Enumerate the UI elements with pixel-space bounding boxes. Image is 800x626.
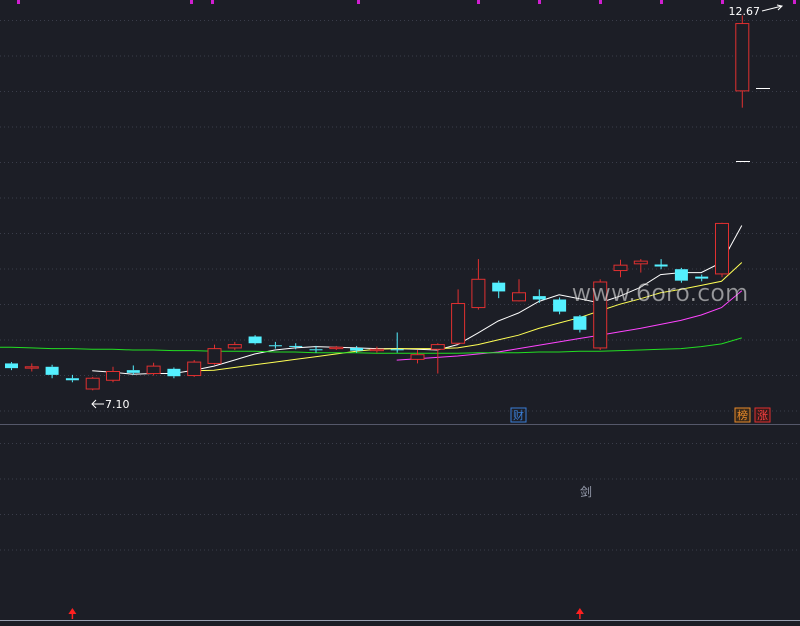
top-marker [357,0,360,4]
top-marker [721,0,724,4]
top-marker [477,0,480,4]
candle-body [633,260,648,265]
top-marker [660,0,663,4]
candle [85,376,100,391]
candle-body [369,348,384,352]
candle-body [573,316,587,330]
candle [715,222,729,278]
tag-cai-label: 财 [513,408,524,422]
candle-body [65,378,79,381]
tag-zhang[interactable]: 涨 [754,407,771,423]
candle [187,360,202,377]
candle-body [187,361,202,377]
candle-body [471,278,486,309]
candle-body [85,377,100,390]
tag-bang-label: 榜 [737,408,748,422]
top-marker [190,0,193,4]
candle-body [45,366,59,375]
candle-body [227,344,242,349]
candle-body [248,336,262,344]
candle-body [613,264,628,272]
lower-panel-glyph: 剑 [580,484,592,499]
candle-body [24,366,39,369]
candle-body [309,349,323,351]
candle-body [268,345,282,347]
candle-body [715,222,729,275]
candle-body [350,347,364,351]
candle-body [410,354,425,360]
candle-body [735,23,750,92]
chart-background [0,0,800,626]
watermark: www.6oro.com [572,279,749,307]
top-marker [17,0,20,4]
top-marker [538,0,541,4]
candle-body [512,292,526,302]
candle-body [207,348,222,364]
candle-body [5,363,18,369]
candle-body [451,303,466,344]
candle-body [430,344,445,350]
candle-body [390,349,404,351]
candle-body [146,365,161,375]
tag-zhang-label: 涨 [757,409,768,422]
candle-body [492,282,506,292]
tag-bang[interactable]: 榜 [734,407,751,423]
top-marker [211,0,214,4]
candle-body [167,368,181,377]
low-price-label: 7.10 [105,398,130,411]
tag-cai[interactable]: 财 [510,407,527,423]
candle-body [532,296,546,300]
stock-chart: www.6oro.com 12.67 7.10 财 榜 涨 剑 [0,0,800,626]
high-price-label: 12.67 [729,5,761,18]
candle-body [289,345,303,347]
candle-body [329,346,344,350]
candle [248,335,262,345]
candle-body [654,264,668,267]
candle-body [106,371,120,381]
candle-body [553,299,567,312]
top-marker [793,0,796,4]
top-marker [599,0,602,4]
candle-body [126,370,140,373]
